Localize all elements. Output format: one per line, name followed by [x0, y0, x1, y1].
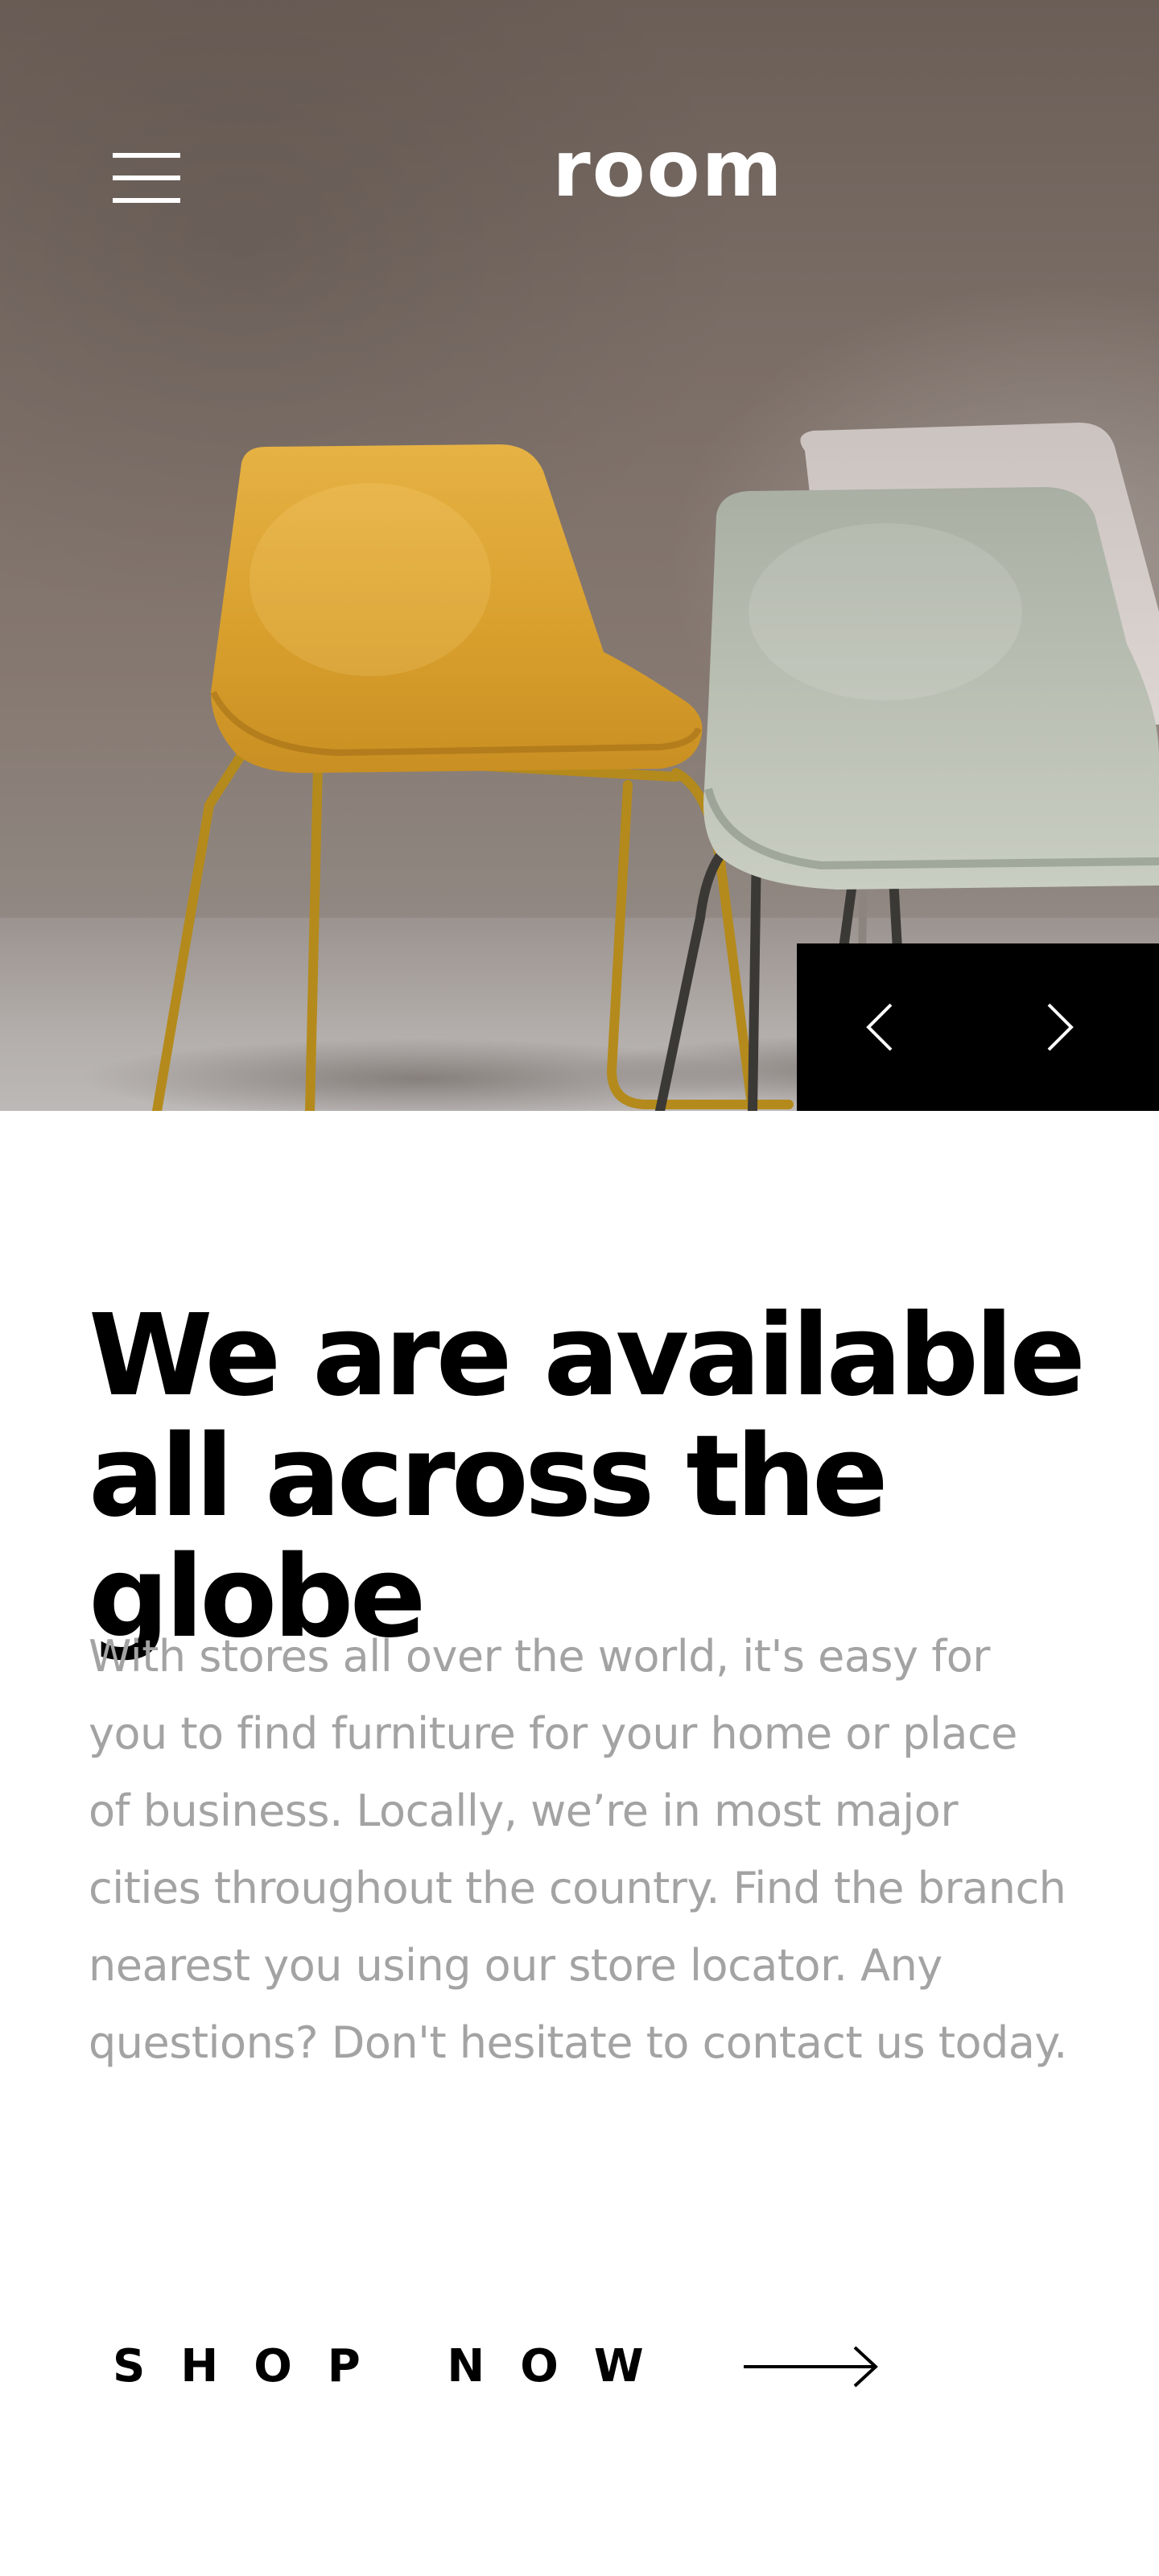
next-slide-button[interactable] [1020, 987, 1100, 1067]
sage-chair [703, 487, 1159, 890]
menu-line [113, 175, 180, 180]
yellow-chair [210, 444, 703, 774]
page: room We are available all across the glo… [0, 0, 1159, 2576]
page-title: We are available all across the globe [89, 1296, 1103, 1658]
menu-line [113, 153, 180, 158]
hero-section: room [0, 0, 1159, 1111]
shop-now-button[interactable]: SHOP NOW [113, 2334, 879, 2399]
headline-line-1: We are available [89, 1290, 1086, 1422]
logo-text[interactable]: room [552, 124, 783, 214]
chevron-left-icon [866, 1003, 893, 1051]
menu-line [113, 198, 180, 203]
slider-controls [797, 943, 1159, 1111]
intro-paragraph: With stores all over the world, it's eas… [89, 1631, 1067, 2068]
shop-now-label: SHOP NOW [113, 2340, 679, 2392]
arrow-right-icon [743, 2346, 878, 2388]
chevron-right-icon [1047, 1003, 1074, 1051]
hamburger-menu-icon[interactable] [113, 153, 185, 203]
previous-slide-button[interactable] [839, 987, 920, 1067]
